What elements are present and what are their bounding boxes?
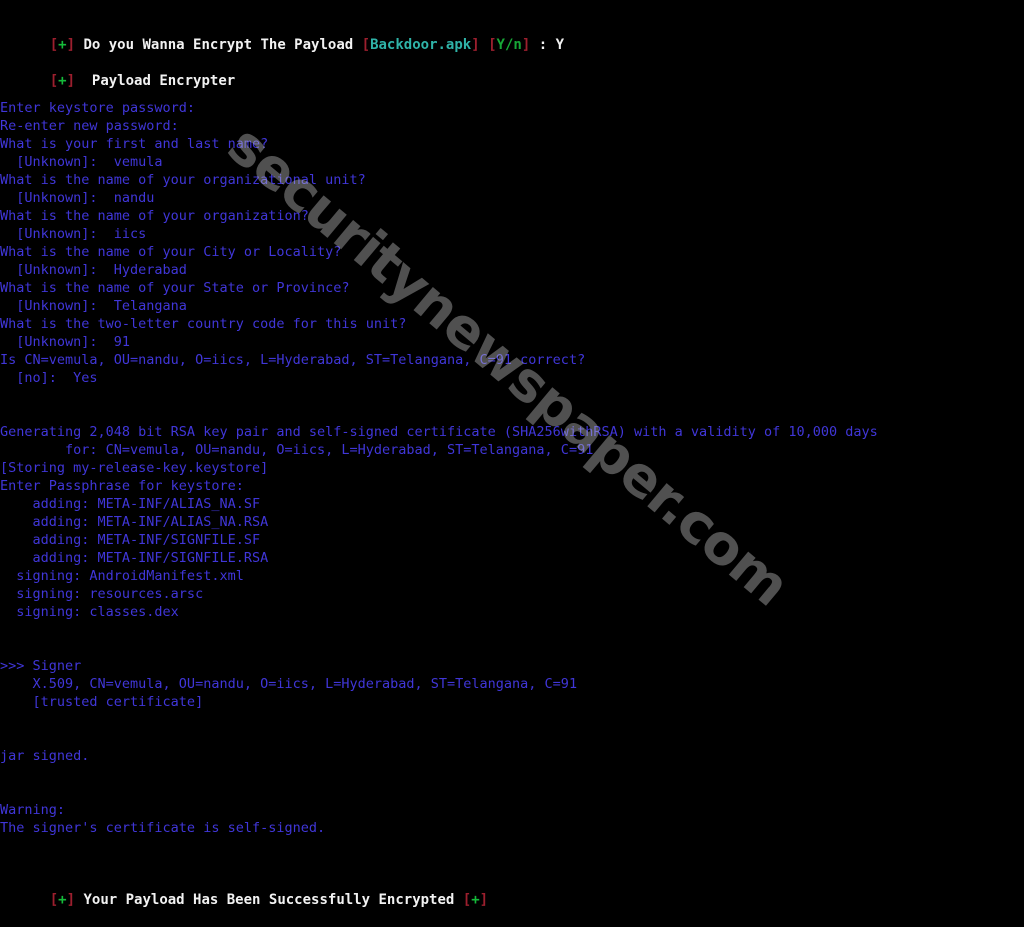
plus-icon: + (58, 37, 67, 53)
jarsigner-signing-line: signing: AndroidManifest.xml (0, 568, 244, 584)
prompt-answer: Y (555, 37, 565, 53)
jarsigner-adding-line: adding: META-INF/ALIAS_NA.SF (0, 496, 261, 512)
terminal-output-pane[interactable]: [+] Do you Wanna Encrypt The Payload [Ba… (0, 0, 1024, 908)
keytool-line: [Unknown]: Hyderabad (0, 262, 187, 278)
signer-block: >>> Signer X.509, CN=vemula, OU=nandu, O… (0, 657, 1024, 711)
keytool-confirm-answer: [no]: Yes (0, 370, 98, 386)
spacer-before-warning (0, 765, 1024, 783)
jarsigner-adding-line: adding: META-INF/ALIAS_NA.RSA (0, 514, 269, 530)
spacer-before-generating-2 (0, 405, 1024, 423)
encrypt-prompt-text: Do you Wanna Encrypt The Payload (83, 37, 354, 53)
keytool-line: Re-enter new password: (0, 118, 179, 134)
keytool-line: What is the name of your State or Provin… (0, 280, 350, 296)
keytool-line: [Unknown]: iics (0, 226, 147, 242)
jarsigner-adding-line: adding: META-INF/SIGNFILE.SF (0, 532, 261, 548)
top-spacer (0, 0, 1024, 18)
warning-block: Warning: The signer's certificate is sel… (0, 801, 1024, 837)
payload-file-name: Backdoor.apk (370, 37, 472, 53)
jarsigner-signing-line: signing: resources.arsc (0, 586, 204, 602)
encrypt-prompt-line: [+] Do you Wanna Encrypt The Payload [Ba… (0, 18, 1024, 53)
success-plus-icon: + (58, 892, 67, 908)
prompt-separator: : (538, 37, 548, 53)
generating-block: Generating 2,048 bit RSA key pair and se… (0, 423, 1024, 495)
spacer-after-banner-2 (0, 90, 1024, 99)
spacer-before-jar-signed (0, 711, 1024, 729)
keytool-block: Enter keystore password: Re-enter new pa… (0, 99, 1024, 387)
payload-encrypter-banner: [+] Payload Encrypter (0, 54, 1024, 89)
keytool-line: What is the name of your City or Localit… (0, 244, 342, 260)
success-tail-close-bracket: ] (479, 892, 489, 908)
spacer-before-jar-signed-2 (0, 729, 1024, 747)
jarsigner-signing-line: signing: classes.dex (0, 604, 179, 620)
choice-open-bracket: [ (488, 37, 497, 53)
jarsigner-adding-line: adding: META-INF/SIGNFILE.RSA (0, 550, 269, 566)
open-bracket: [ (49, 37, 59, 53)
signer-trusted-certificate: [trusted certificate] (0, 694, 204, 710)
success-open-bracket: [ (49, 892, 59, 908)
success-close-bracket: ] (66, 892, 76, 908)
banner-open-bracket: [ (49, 73, 59, 89)
signer-certificate-dn: X.509, CN=vemula, OU=nandu, O=iics, L=Hy… (0, 676, 578, 692)
choice-close-bracket: ] (521, 37, 531, 53)
file-open-bracket: [ (361, 37, 371, 53)
jarsigner-block: adding: META-INF/ALIAS_NA.SF adding: MET… (0, 495, 1024, 621)
generating-line: Generating 2,048 bit RSA key pair and se… (0, 424, 878, 440)
keytool-line: What is the name of your organization? (0, 208, 309, 224)
storing-keystore-line: [Storing my-release-key.keystore] (0, 460, 269, 476)
banner-title: Payload Encrypter (91, 73, 236, 89)
success-tail-plus-icon: + (471, 892, 480, 908)
generating-subject-line: for: CN=vemula, OU=nandu, O=iics, L=Hyde… (0, 442, 594, 458)
spacer-before-signer (0, 621, 1024, 639)
signer-heading: >>> Signer (0, 658, 82, 674)
keytool-line: [Unknown]: nandu (0, 190, 155, 206)
spacer-before-warning-2 (0, 783, 1024, 801)
enter-passphrase-line: Enter Passphrase for keystore: (0, 478, 244, 494)
spacer-before-success-2 (0, 855, 1024, 873)
keytool-confirm-line: Is CN=vemula, OU=nandu, O=iics, L=Hydera… (0, 352, 586, 368)
spacer-before-success (0, 837, 1024, 855)
keytool-line: [Unknown]: Telangana (0, 298, 187, 314)
keytool-line: What is your first and last name? (0, 136, 269, 152)
success-message: Your Payload Has Been Successfully Encry… (83, 892, 455, 908)
keytool-line: [Unknown]: 91 (0, 334, 131, 350)
banner-plus-icon: + (58, 73, 67, 89)
yes-no-choice: Y/n (496, 37, 522, 53)
banner-close-bracket: ] (66, 73, 76, 89)
warning-heading: Warning: (0, 802, 66, 818)
keytool-line: What is the two-letter country code for … (0, 316, 407, 332)
file-close-bracket: ] (471, 37, 480, 53)
success-tail-open-bracket: [ (462, 892, 472, 908)
jar-signed-status: jar signed. (0, 748, 90, 764)
success-line: [+] Your Payload Has Been Successfully E… (0, 873, 1024, 908)
close-bracket: ] (66, 37, 76, 53)
keytool-line: What is the name of your organizational … (0, 172, 366, 188)
keytool-line: [Unknown]: vemula (0, 154, 163, 170)
spacer-before-generating (0, 387, 1024, 405)
keytool-line: Enter keystore password: (0, 100, 196, 116)
warning-message: The signer's certificate is self-signed. (0, 820, 326, 836)
spacer-before-signer-2 (0, 639, 1024, 657)
